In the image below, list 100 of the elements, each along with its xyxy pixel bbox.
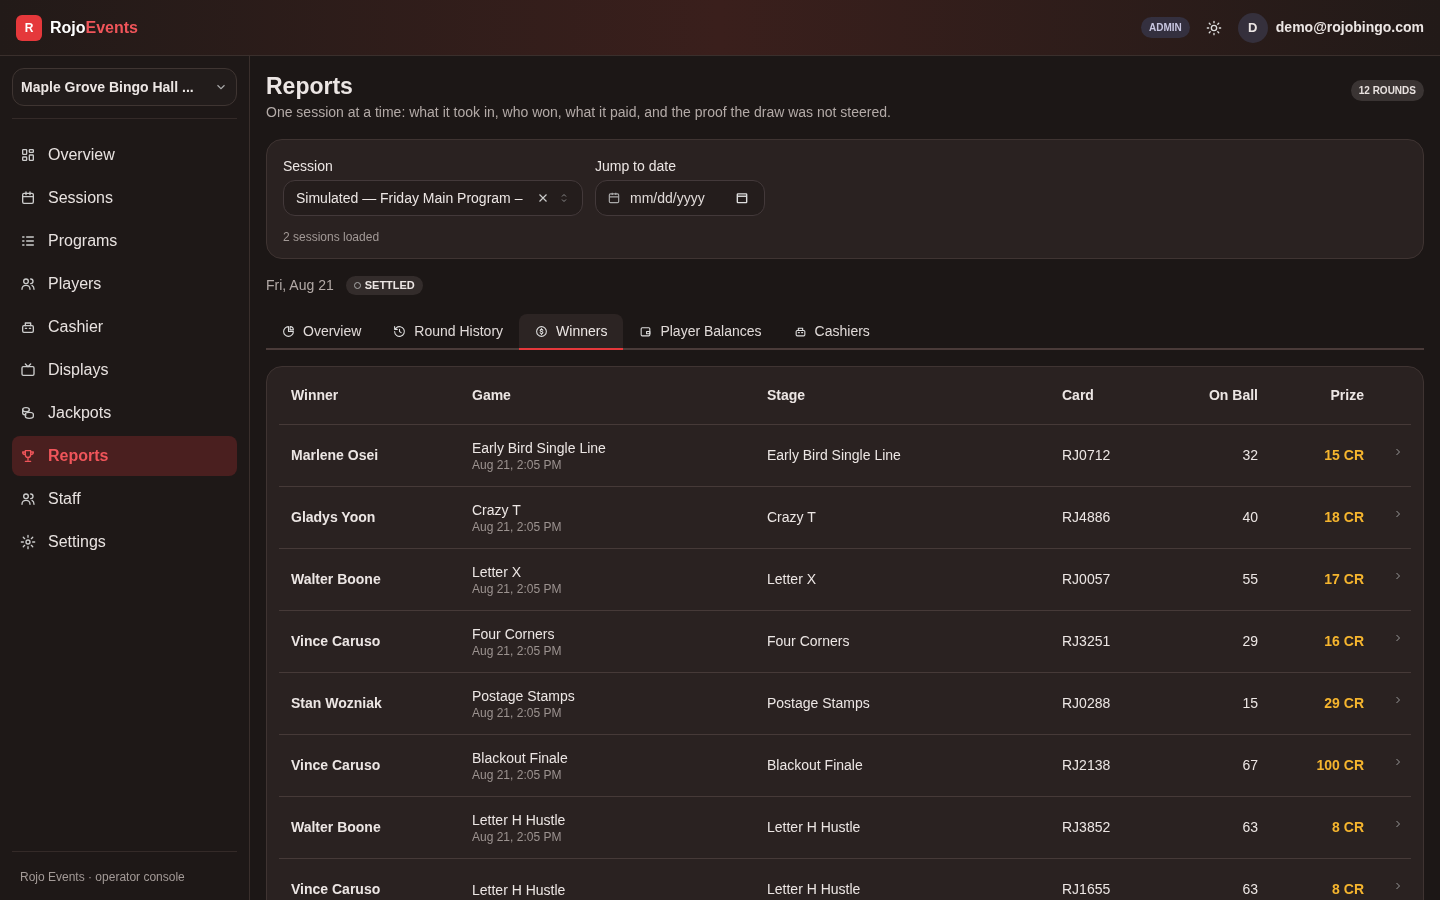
sidebar-item[interactable]: Cashier [12,307,237,347]
table-cell-text: 15 CR [1323,446,1364,465]
tab[interactable]: Winners [519,314,624,350]
trophy-icon [20,448,36,464]
table-cell-text: 18 CR [1323,508,1364,527]
table-cell-text: Vince Caruso [291,880,382,899]
brand-name: RojoEvents [50,17,138,38]
table-cell-text: RJ3852 [1062,818,1112,837]
table-row[interactable]: Marlene Osei Early Bird Single Line Aug 21, 2:05 PM Early Bird Single Line RJ0712 32 15 CR [279,425,1411,487]
rounds-badge: 12 ROUNDS [1350,80,1424,101]
status-badge: SETTLED [345,276,423,295]
table-cell-text: Postage Stamps [472,686,576,705]
session-select[interactable]: Simulated — Friday Main Program – [283,180,583,216]
sidebar-item[interactable]: Reports [12,436,237,476]
sidebar-item[interactable]: Players [12,264,237,304]
table-row[interactable]: Stan Wozniak Postage Stamps Aug 21, 2:05 PM Postage Stamps RJ0288 15 29 CR [279,673,1411,735]
date-field[interactable]: mm/dd/yyyy [595,180,765,216]
column-header: On Ball [1208,386,1258,405]
user-email[interactable]: demo@rojobingo.com [1275,17,1424,38]
column-header: Winner [291,386,340,405]
table-cell-text: 67 [1241,756,1258,775]
table-cell-text: Aug 21, 2:05 PM [472,518,563,535]
table-cell-text: Walter Boone [291,570,382,589]
column-header: Stage [767,386,807,405]
column-header: Card [1062,386,1095,405]
avatar[interactable]: D [1237,12,1268,43]
sidebar-item[interactable]: Settings [12,522,237,562]
table-row[interactable]: Walter Boone Letter X Aug 21, 2:05 PM Letter X RJ0057 55 17 CR [279,549,1411,611]
logo-badge: R [16,14,42,41]
table-cell-text: Aug 21, 2:05 PM [472,828,563,845]
table-cell-text: Marlene Osei [291,446,380,465]
tab[interactable]: Player Balances [623,314,778,348]
calendar-icon[interactable] [735,191,749,205]
table-cell-text: 17 CR [1323,570,1364,589]
page-title: Reports [266,72,354,100]
register-icon [20,319,36,335]
numbered-list-icon [20,233,36,249]
settings-icon [20,534,36,550]
table-cell-text: RJ2138 [1062,756,1112,775]
table-cell-text: Aug 21, 2:05 PM [472,704,563,721]
table-cell-text: 32 [1241,446,1258,465]
coins-icon [20,405,36,421]
venue-selector[interactable]: Maple Grove Bingo Hall ... [12,68,237,106]
field-label: Jump to date [595,157,677,176]
table-cell-text: Aug 21, 2:05 PM [472,580,563,597]
table-cell-text: RJ0712 [1062,446,1112,465]
table-cell-text: Crazy T [767,508,817,527]
role-badge: ADMIN [1141,17,1190,38]
wallet-icon [639,324,653,338]
table-cell-text: 55 [1241,570,1258,589]
dollar-coin-icon [535,324,549,338]
tab[interactable]: Overview [266,314,378,348]
sidebar-item[interactable]: Sessions [12,178,237,218]
sidebar-item[interactable]: Displays [12,350,237,390]
table-cell-text: Stan Wozniak [291,694,383,713]
table-row[interactable]: Walter Boone Letter H Hustle Aug 21, 2:05 PM Letter H Hustle RJ3852 63 8 CR [279,797,1411,859]
table-row[interactable]: Vince Caruso Blackout Finale Aug 21, 2:05 PM Blackout Finale RJ2138 67 100 CR [279,735,1411,797]
session-date: Fri, Aug 21 [266,276,334,295]
table-cell-text: 8 CR [1331,818,1364,837]
pie-chart-icon [282,324,295,338]
table-cell-text: Aug 21, 2:05 PM [472,456,563,473]
table-cell-text: Aug 21, 2:05 PM [472,766,563,783]
table-cell-text: Letter H Hustle [767,818,862,837]
sidebar-item[interactable]: Staff [12,479,237,519]
column-header: Prize [1329,386,1364,405]
table-cell-text: 15 [1241,694,1258,713]
table-cell-text: RJ3251 [1062,632,1112,651]
table-row[interactable]: Gladys Yoon Crazy T Aug 21, 2:05 PM Crazy T RJ4886 40 18 CR [279,487,1411,549]
table-cell-text: Letter X [767,570,818,589]
table-cell-text: Blackout Finale [767,756,864,775]
sessions-note: 2 sessions loaded [283,229,381,246]
table-cell-text: Early Bird Single Line [472,438,607,457]
sidebar-item[interactable]: Programs [12,221,237,261]
column-header: Game [472,386,512,405]
table-cell-text: RJ1655 [1062,880,1112,899]
users-icon [20,276,36,292]
table-row[interactable]: Vince Caruso Letter H Hustle Letter H Hustle RJ1655 63 8 CR [279,859,1411,900]
table-cell-text: 29 [1241,632,1258,651]
tab[interactable]: Cashiers [777,314,886,348]
footer-text: Rojo Events · operator console [20,870,185,884]
theme-toggle-icon[interactable] [1205,19,1222,36]
table-cell-text: Gladys Yoon [291,508,377,527]
table-cell-text: 29 CR [1323,694,1364,713]
table-cell-text: Postage Stamps [767,694,871,713]
table-cell-text: Early Bird Single Line [767,446,902,465]
table-cell-text: RJ4886 [1062,508,1112,527]
sidebar-item[interactable]: Jackpots [12,393,237,433]
table-cell-text: RJ0288 [1062,694,1112,713]
table-cell-text: Aug 21, 2:05 PM [472,642,563,659]
calendar-icon [607,191,621,205]
table-cell-text: 63 [1241,880,1258,899]
sidebar-item[interactable]: Overview [12,135,237,175]
table-cell-text: 8 CR [1331,880,1364,899]
table-cell-text: 100 CR [1315,756,1364,775]
field-label: Session [283,157,334,176]
table-row[interactable]: Vince Caruso Four Corners Aug 21, 2:05 PM Four Corners RJ3251 29 16 CR [279,611,1411,673]
history-icon [393,324,407,338]
table-cell-text: 16 CR [1323,632,1364,651]
table-cell-text: Vince Caruso [291,632,382,651]
tab[interactable]: Round History [377,314,520,348]
